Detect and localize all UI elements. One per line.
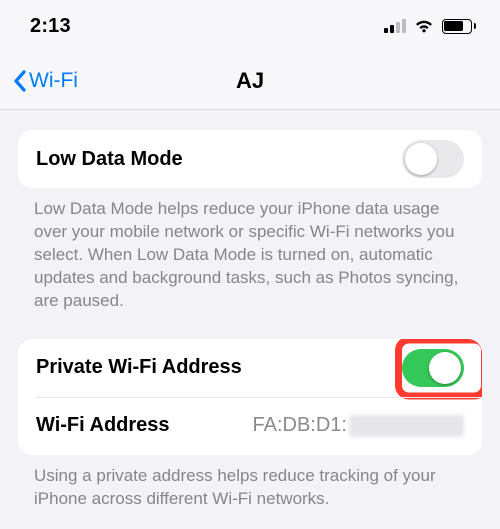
wifi-icon (413, 18, 435, 34)
status-bar: 2:13 (0, 0, 500, 52)
private-wifi-label: Private Wi-Fi Address (36, 356, 242, 379)
redacted-mac (349, 415, 464, 437)
page-title: AJ (236, 68, 264, 94)
back-label: Wi-Fi (29, 69, 78, 93)
cellular-signal-icon (384, 19, 406, 33)
chevron-left-icon (12, 69, 27, 93)
low-data-mode-footer: Low Data Mode helps reduce your iPhone d… (34, 198, 466, 313)
nav-header: Wi-Fi AJ (0, 52, 500, 110)
private-wifi-group: Private Wi-Fi Address Wi-Fi Address FA:D… (18, 339, 482, 455)
back-button[interactable]: Wi-Fi (0, 69, 78, 93)
private-wifi-cell[interactable]: Private Wi-Fi Address (18, 339, 482, 397)
wifi-address-value: FA:DB:D1: (253, 414, 464, 437)
private-wifi-toggle[interactable] (402, 349, 464, 387)
battery-icon (442, 19, 477, 34)
low-data-mode-group: Low Data Mode (18, 130, 482, 188)
low-data-mode-toggle[interactable] (402, 140, 464, 178)
status-indicators (384, 18, 477, 34)
wifi-address-label: Wi-Fi Address (36, 414, 170, 437)
low-data-mode-label: Low Data Mode (36, 148, 183, 171)
private-wifi-footer: Using a private address helps reduce tra… (34, 465, 466, 511)
wifi-address-cell: Wi-Fi Address FA:DB:D1: (18, 397, 482, 455)
status-time: 2:13 (30, 15, 71, 38)
low-data-mode-cell[interactable]: Low Data Mode (18, 130, 482, 188)
